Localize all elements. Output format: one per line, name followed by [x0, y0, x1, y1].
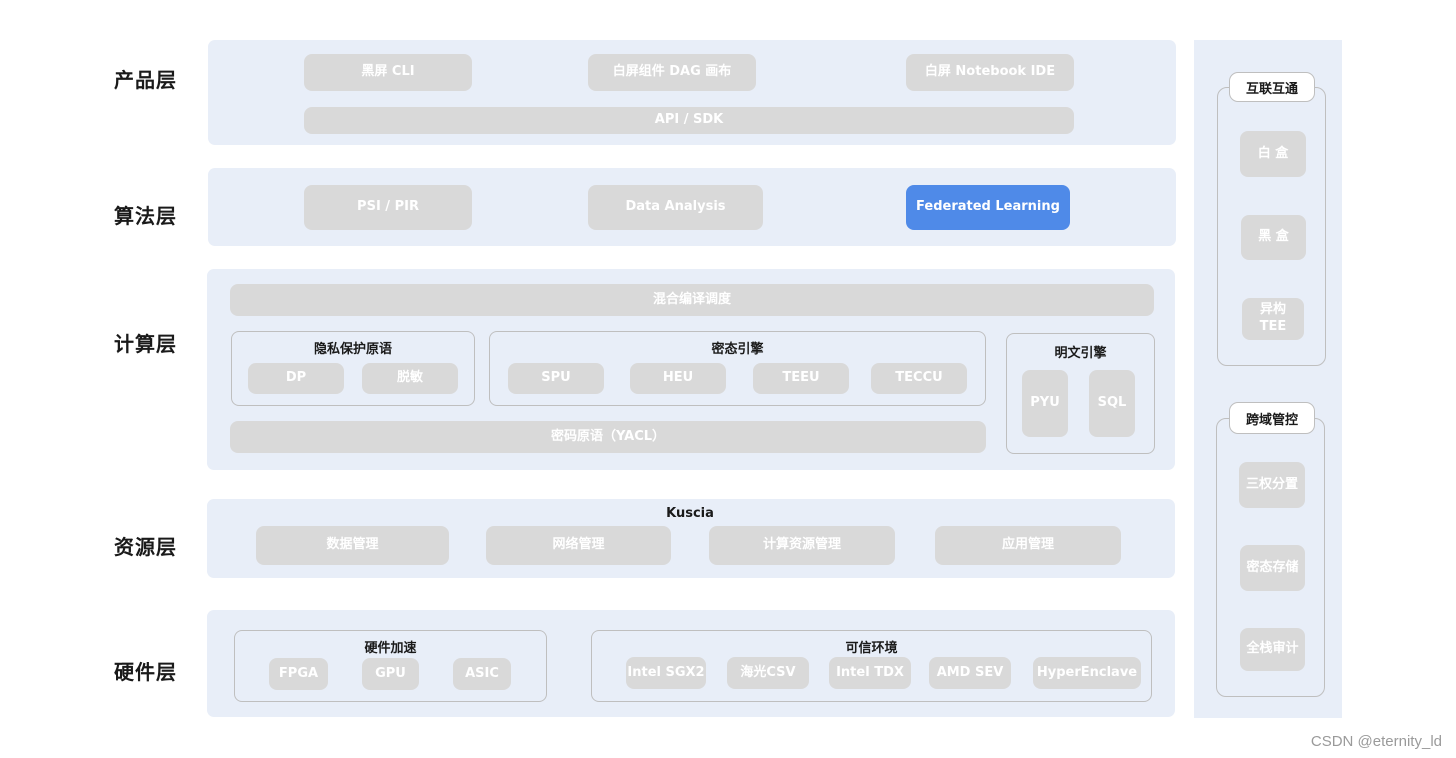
layer-label-compute: 计算层 — [114, 332, 177, 356]
white-box-chip: 白 盒 — [1240, 131, 1306, 177]
cross-domain-title: 跨域管控 — [1229, 402, 1315, 434]
layer-label-hardware: 硬件层 — [114, 660, 177, 684]
plaintext-engine-title: 明文引擎 — [1054, 346, 1107, 361]
sql-chip: SQL — [1089, 370, 1135, 437]
asic-chip: ASIC — [453, 658, 511, 690]
hyperenclave-chip: HyperEnclave — [1033, 657, 1141, 689]
dp-chip: DP — [248, 363, 344, 394]
fpga-chip: FPGA — [269, 658, 328, 690]
federated-learning-chip: Federated Learning — [906, 185, 1070, 230]
hygon-csv-chip: 海光CSV — [727, 657, 809, 689]
trusted-environment-title: 可信环境 — [845, 641, 898, 656]
black-box-chip: 黑 盒 — [1241, 215, 1306, 260]
privacy-primitives-title: 隐私保护原语 — [313, 342, 392, 357]
heterogeneous-tee-chip: 异构 TEE — [1242, 298, 1304, 340]
layer-label-resource: 资源层 — [114, 535, 177, 559]
teeu-chip: TEEU — [753, 363, 849, 394]
notebook-ide-chip: 白屏 Notebook IDE — [906, 54, 1074, 91]
encrypted-storage-chip: 密态存储 — [1240, 545, 1305, 591]
desensitization-chip: 脱敏 — [362, 363, 458, 394]
cli-chip: 黑屏 CLI — [304, 54, 472, 91]
layer-label-algorithm: 算法层 — [114, 204, 177, 228]
amd-sev-chip: AMD SEV — [929, 657, 1011, 689]
yacl-chip: 密码原语（YACL） — [230, 421, 986, 453]
heterogeneous-label: 异构 — [1259, 302, 1286, 318]
intel-tdx-chip: Intel TDX — [829, 657, 911, 689]
separation-of-powers-chip: 三权分置 — [1239, 462, 1305, 508]
interop-title: 互联互通 — [1229, 72, 1315, 102]
network-management-chip: 网络管理 — [486, 526, 671, 565]
tee-label: TEE — [1259, 319, 1287, 334]
dag-canvas-chip: 白屏组件 DAG 画布 — [588, 54, 756, 91]
hardware-acceleration-title: 硬件加速 — [364, 641, 417, 656]
api-sdk-chip: API / SDK — [304, 107, 1074, 134]
data-management-chip: 数据管理 — [256, 526, 449, 565]
kuscia-title: Kuscia — [666, 506, 714, 521]
psi-pir-chip: PSI / PIR — [304, 185, 472, 230]
pyu-chip: PYU — [1022, 370, 1068, 437]
watermark: CSDN @eternity_ld — [1310, 733, 1442, 750]
full-stack-audit-chip: 全栈审计 — [1240, 628, 1305, 671]
app-management-chip: 应用管理 — [935, 526, 1121, 565]
compute-resource-management-chip: 计算资源管理 — [709, 526, 895, 565]
data-analysis-chip: Data Analysis — [588, 185, 763, 230]
gpu-chip: GPU — [362, 658, 419, 690]
intel-sgx2-chip: Intel SGX2 — [626, 657, 706, 689]
hybrid-scheduling-chip: 混合编译调度 — [230, 284, 1154, 316]
teccu-chip: TECCU — [871, 363, 967, 394]
heu-chip: HEU — [630, 363, 726, 394]
spu-chip: SPU — [508, 363, 604, 394]
layer-label-product: 产品层 — [114, 68, 177, 92]
cipher-engine-title: 密态引擎 — [711, 342, 764, 357]
